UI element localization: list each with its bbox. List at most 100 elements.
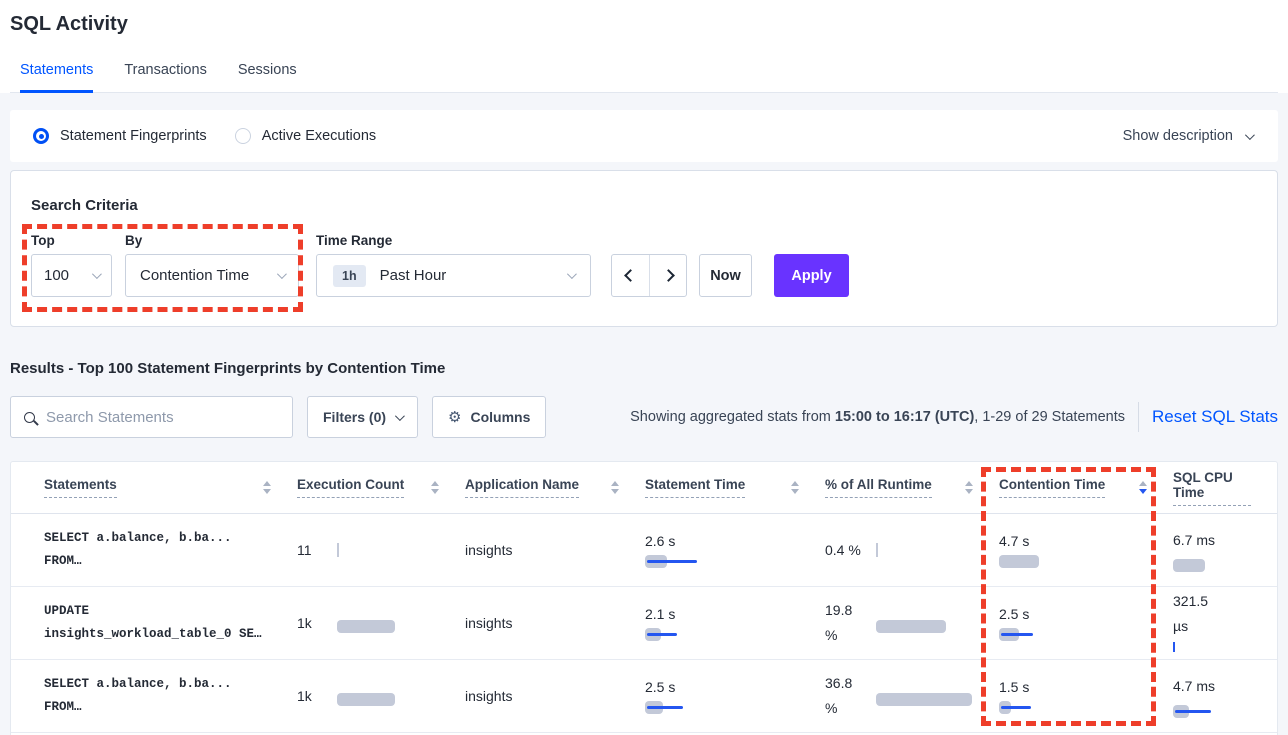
- sort-arrows-icon: [611, 481, 619, 494]
- filters-button-label: Filters (0): [323, 409, 386, 425]
- now-button[interactable]: Now: [699, 254, 752, 297]
- statements-cell[interactable]: SELECT a.balance, b.ba...FROM…: [44, 673, 297, 719]
- radio-selected-icon: [33, 128, 49, 144]
- sort-up-icon: [263, 481, 271, 486]
- column-header-contention-time[interactable]: Contention Time: [999, 477, 1173, 498]
- tab-statements[interactable]: Statements: [20, 62, 93, 93]
- execution-count-cell: 11: [297, 542, 465, 558]
- table-row: SELECT a.balance, b.ba...FROM…11 insights…: [11, 514, 1277, 587]
- sql-cpu-time-cell-value: 4.7 ms: [1173, 674, 1225, 699]
- metric-bar: [999, 555, 1039, 568]
- show-description-toggle[interactable]: Show description: [1123, 128, 1252, 144]
- contention-time-cell: 4.7 s: [999, 533, 1173, 568]
- reset-sql-stats-link[interactable]: Reset SQL Stats: [1152, 407, 1278, 427]
- sql-line-2: FROM…: [44, 696, 297, 719]
- sql-line-2: insights_workload_table_0 SE…: [44, 623, 297, 646]
- radio-statement-fingerprints-label: Statement Fingerprints: [60, 128, 207, 144]
- search-criteria-heading: Search Criteria: [31, 197, 138, 214]
- search-criteria-card: Search Criteria Top 100 By Contention Ti…: [10, 170, 1278, 327]
- column-header-statement-time[interactable]: Statement Time: [645, 477, 825, 498]
- stats-prefix: Showing aggregated stats from: [630, 409, 835, 425]
- contention-time-cell: 2.5 s: [999, 606, 1173, 641]
- execution-count-value: 11: [297, 542, 337, 558]
- column-header-application-name[interactable]: Application Name: [465, 477, 645, 498]
- columns-button-label: Columns: [470, 409, 530, 425]
- top-label: Top: [31, 233, 55, 248]
- metric-bar-blue: [647, 560, 697, 563]
- sql-line-1: UPDATE: [44, 600, 297, 623]
- metric-tick: [876, 543, 878, 557]
- apply-button[interactable]: Apply: [774, 254, 849, 297]
- column-header--of-all-runtime[interactable]: % of All Runtime: [825, 477, 999, 498]
- sql-line-1: SELECT a.balance, b.ba...: [44, 673, 297, 696]
- top-select-value: 100: [44, 267, 92, 284]
- statement-time-cell: 2.1 s: [645, 606, 825, 641]
- application-name-cell: insights: [465, 542, 645, 558]
- sort-arrows-icon: [431, 481, 439, 494]
- aggregated-stats-note: Showing aggregated stats from 15:00 to 1…: [630, 409, 1125, 425]
- statements-table: StatementsExecution CountApplication Nam…: [10, 461, 1278, 735]
- statements-cell[interactable]: UPDATEinsights_workload_table_0 SE…: [44, 600, 297, 646]
- search-box: [10, 396, 293, 438]
- gear-icon: ⚙: [448, 408, 461, 426]
- column-header-execution-count[interactable]: Execution Count: [297, 477, 465, 498]
- column-header-label: SQL CPU Time: [1173, 470, 1251, 506]
- time-range-select[interactable]: 1h Past Hour: [316, 254, 591, 297]
- search-statements-input[interactable]: [46, 409, 292, 426]
- column-header-label: Contention Time: [999, 477, 1105, 498]
- column-header-label: Application Name: [465, 477, 579, 498]
- tab-transactions[interactable]: Transactions: [124, 62, 206, 92]
- prev-time-button[interactable]: [612, 255, 649, 296]
- results-toolbar: Filters (0) ⚙ Columns Showing aggregated…: [10, 396, 1278, 438]
- chevron-right-icon: [662, 269, 675, 282]
- time-range-value: Past Hour: [380, 267, 567, 284]
- radio-statement-fingerprints[interactable]: Statement Fingerprints: [33, 128, 207, 144]
- stats-range: 15:00 to 16:17 (UTC): [835, 409, 974, 425]
- metric-bar-blue: [1175, 710, 1211, 713]
- columns-button[interactable]: ⚙ Columns: [432, 396, 546, 438]
- sort-down-icon: [791, 489, 799, 494]
- tab-bar: Statements Transactions Sessions: [10, 62, 1278, 93]
- table-header-row: StatementsExecution CountApplication Nam…: [11, 462, 1277, 514]
- column-header-sql-cpu-time[interactable]: SQL CPU Time: [1173, 470, 1277, 506]
- filters-button[interactable]: Filters (0): [307, 396, 418, 438]
- by-select[interactable]: Contention Time: [125, 254, 299, 297]
- sort-down-icon: [965, 489, 973, 494]
- sort-arrows-icon: [965, 481, 973, 494]
- radio-active-executions[interactable]: Active Executions: [235, 128, 376, 144]
- stats-suffix: , 1-29 of 29 Statements: [974, 409, 1125, 425]
- time-range-label: Time Range: [316, 233, 392, 248]
- top-select[interactable]: 100: [31, 254, 112, 297]
- metric-bar: [645, 628, 675, 641]
- sort-arrows-icon: [1139, 481, 1147, 494]
- application-name-cell: insights: [465, 688, 645, 704]
- statement-time-cell: 2.5 s: [645, 679, 825, 714]
- metric-bar-gray: [337, 620, 395, 633]
- column-header-statements[interactable]: Statements: [44, 477, 297, 498]
- next-time-button[interactable]: [649, 255, 686, 296]
- sort-arrows-icon: [263, 481, 271, 494]
- metric-bar-gray: [876, 620, 946, 633]
- metric-bar: [645, 555, 695, 568]
- view-mode-band: Statement Fingerprints Active Executions…: [10, 110, 1278, 162]
- metric-bar: [999, 628, 1031, 641]
- content-area: Statement Fingerprints Active Executions…: [0, 93, 1288, 735]
- statements-cell[interactable]: SELECT a.balance, b.ba...FROM…: [44, 527, 297, 573]
- sort-up-icon: [965, 481, 973, 486]
- page-header: SQL Activity Statements Transactions Ses…: [0, 0, 1288, 93]
- metric-bar-gray: [999, 555, 1039, 568]
- show-description-label: Show description: [1123, 128, 1233, 144]
- by-select-value: Contention Time: [140, 267, 277, 284]
- percent-runtime-cell: 19.8 %: [825, 598, 999, 648]
- table-row: UPDATEinsights_workload_table_0 SE…1kins…: [11, 587, 1277, 660]
- sort-down-icon: [1139, 489, 1147, 494]
- metric-bar-gray: [1173, 559, 1205, 572]
- tab-sessions[interactable]: Sessions: [238, 62, 297, 92]
- vertical-divider: [1138, 402, 1139, 432]
- metric-bar: [1173, 559, 1205, 572]
- chevron-down-icon: [1245, 130, 1255, 140]
- metric-bar-blue: [647, 633, 677, 636]
- metric-bar: [876, 693, 972, 706]
- radio-active-executions-label: Active Executions: [262, 128, 376, 144]
- table-row: SELECT a.balance, b.ba...FROM…1kinsights…: [11, 660, 1277, 733]
